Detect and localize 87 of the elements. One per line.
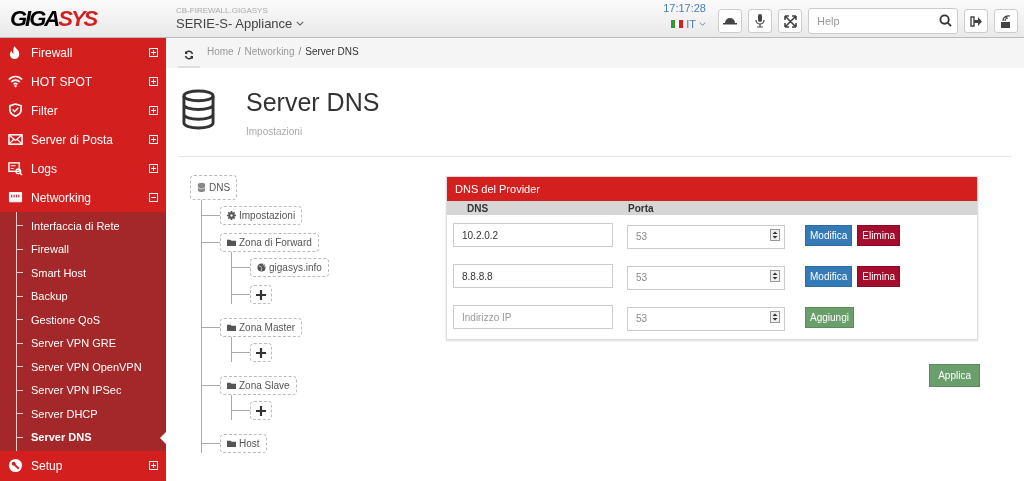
dns-input[interactable]: 8.8.8.8 (453, 264, 613, 288)
wifi-icon (8, 74, 23, 89)
sidebar-subitem[interactable]: Server VPN OpenVPN (31, 358, 142, 375)
globe-icon (257, 262, 266, 273)
cloud-icon (723, 16, 737, 26)
plus-icon (256, 289, 266, 300)
breadcrumb-separator: / (237, 44, 241, 59)
dns-input[interactable]: 10.2.0.2 (453, 223, 613, 247)
port-input[interactable]: 53 (627, 224, 785, 249)
shield-icon (8, 103, 23, 118)
chevron-down-icon (699, 22, 706, 27)
folder-icon (227, 322, 236, 333)
sidebar-subitem[interactable]: Server DHCP (31, 405, 98, 422)
plus-icon (256, 347, 266, 358)
delete-button[interactable]: Elimina (857, 265, 901, 287)
sidebar-item[interactable]: Filter (0, 96, 166, 125)
panel-title: DNS del Provider (447, 177, 977, 201)
sidebar-item[interactable]: HOT SPOT (0, 67, 166, 96)
breadcrumb-current: Server DNS (305, 44, 359, 59)
sidebar-item[interactable]: Server di Posta (0, 125, 166, 154)
product-dropdown[interactable]: SERIE-S- Appliance (176, 15, 305, 32)
hostname-label: CB-FIREWALL.GIGASYS (176, 5, 269, 16)
spinner-icon (770, 270, 780, 282)
search-field[interactable]: Help (808, 8, 958, 34)
sidebar-item[interactable]: Setup (0, 451, 166, 480)
network-card-icon (8, 190, 23, 205)
tree-node[interactable]: gigasys.info (250, 258, 329, 277)
microphone-button[interactable] (748, 9, 772, 33)
folder-icon (227, 380, 236, 391)
gear-icon (227, 210, 236, 221)
sidebar-item[interactable]: Logs (0, 154, 166, 183)
tree-node[interactable]: Zona Slave (220, 376, 297, 395)
language-dropdown[interactable]: IT (671, 16, 706, 33)
sidebar-subitem[interactable]: Firewall (31, 241, 69, 258)
breadcrumb-separator: / (298, 44, 302, 59)
tree-node[interactable]: Impostazioni (220, 206, 303, 225)
spinner-icon (770, 229, 780, 241)
database-icon (197, 182, 206, 193)
selection-pointer-icon (160, 431, 166, 444)
delete-button[interactable]: Elimina (857, 224, 901, 246)
add-node-button[interactable] (250, 401, 272, 420)
wrench-icon (8, 458, 23, 473)
sidebar-subitem[interactable]: Gestione QoS (31, 311, 101, 328)
clock: 17:17:28 (663, 2, 706, 14)
port-input[interactable]: 53 (627, 306, 785, 331)
sidebar-subitem[interactable]: Server VPN IPSec (31, 382, 122, 399)
sidebar-subitem[interactable]: Server VPN GRE (31, 335, 116, 352)
logout-button[interactable] (964, 9, 988, 33)
search-icon (939, 14, 952, 27)
plus-icon (256, 405, 266, 416)
sidebar-subitem[interactable]: Backup (31, 288, 68, 305)
sidebar-item[interactable]: Firewall (0, 38, 166, 67)
tree-node[interactable]: Host (220, 434, 267, 453)
edit-button[interactable]: Modifica (805, 224, 853, 246)
tree-node[interactable]: Zona Master (220, 318, 303, 337)
folder-icon (227, 438, 236, 449)
page-title: Server DNS (246, 87, 380, 117)
dns-input[interactable]: Indirizzo IP (453, 305, 613, 329)
signal-button[interactable] (994, 9, 1018, 33)
log-search-icon (8, 161, 23, 176)
signal-icon (1000, 14, 1012, 28)
sidebar-subitem[interactable]: Interfaccia di Rete (31, 217, 120, 234)
column-header: Porta (628, 201, 654, 216)
tree-node[interactable]: DNS (190, 175, 238, 200)
microphone-icon (755, 14, 765, 28)
sidebar-subitem[interactable]: Server DNS (31, 429, 92, 446)
chevron-down-icon (296, 21, 305, 26)
add-node-button[interactable] (250, 343, 272, 362)
add-node-button[interactable] (250, 285, 272, 304)
folder-icon (227, 237, 236, 248)
fullscreen-icon (783, 14, 797, 28)
spinner-icon (770, 311, 780, 323)
database-icon (182, 89, 215, 130)
column-header: DNS (467, 201, 490, 216)
logo: GIGASYS (9, 5, 98, 33)
sidebar-subitem[interactable]: Smart Host (31, 264, 86, 281)
page-subtitle: Impostazioni (246, 125, 304, 139)
tree-node[interactable]: Zona di Forward (220, 233, 319, 252)
sidebar-item[interactable]: Networking (0, 183, 166, 212)
cloud-button[interactable] (718, 9, 742, 33)
flag-icon (671, 20, 684, 29)
logout-icon (970, 15, 982, 27)
edit-button[interactable]: Modifica (805, 265, 853, 287)
refresh-icon (184, 50, 194, 60)
fullscreen-button[interactable] (778, 9, 802, 33)
port-input[interactable]: 53 (627, 265, 785, 290)
envelope-icon (8, 132, 23, 147)
